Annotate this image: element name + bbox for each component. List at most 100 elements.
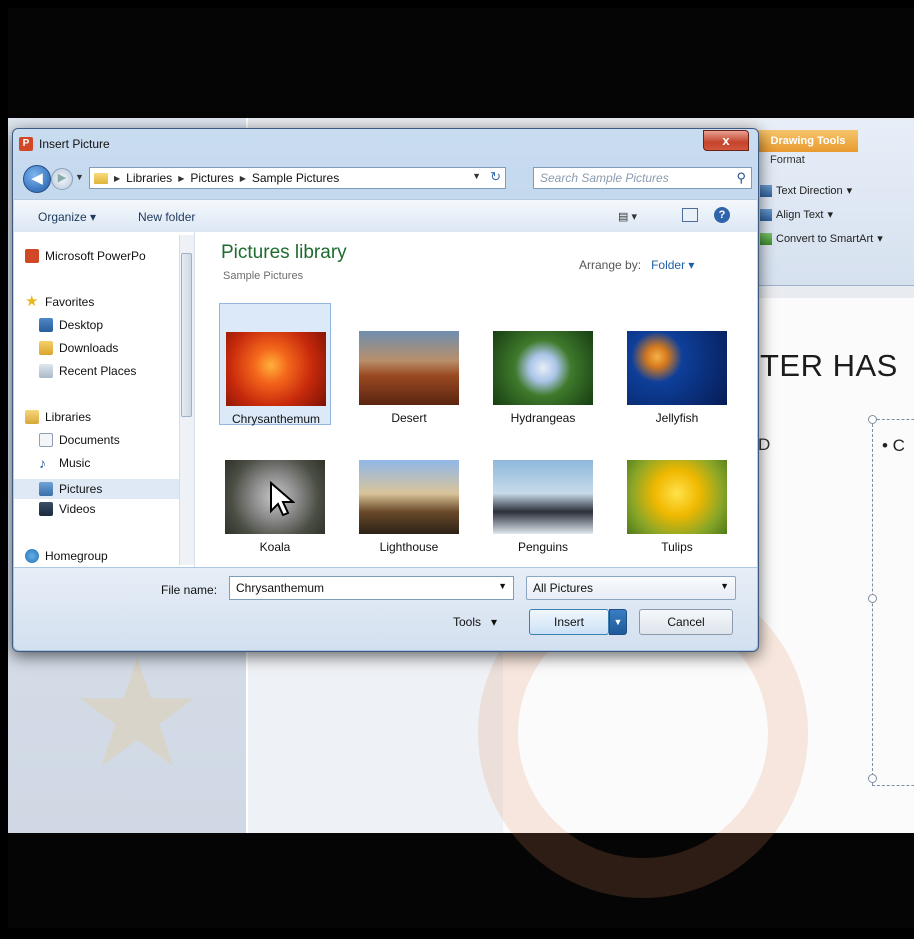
star-icon: ★ — [25, 293, 39, 310]
address-bar[interactable]: ▶ Libraries ▶ Pictures ▶ Sample Pictures… — [89, 167, 506, 189]
search-input[interactable]: Search Sample Pictures ⚲ — [533, 167, 752, 189]
chevron-down-icon[interactable]: ▼ — [720, 581, 729, 591]
dialog-titlebar[interactable]: P Insert Picture x — [13, 129, 758, 159]
desktop-icon — [39, 318, 53, 332]
content-placeholder[interactable] — [872, 419, 914, 786]
refresh-icon[interactable]: ↻ — [490, 169, 501, 185]
search-icon[interactable]: ⚲ — [736, 170, 746, 186]
penguins-thumbnail — [493, 460, 593, 534]
preview-pane-icon[interactable] — [682, 208, 698, 222]
file-name: Penguins — [517, 540, 569, 554]
close-button[interactable]: x — [703, 130, 749, 151]
navigation-pane — [14, 232, 195, 567]
help-icon[interactable]: ? — [714, 207, 730, 223]
new-folder-button[interactable]: New folder — [138, 210, 195, 224]
text-direction-icon — [760, 184, 772, 197]
address-dropdown[interactable]: ▼ — [472, 171, 481, 181]
nav-item-documents[interactable]: Documents — [39, 433, 120, 447]
arrange-by[interactable]: Arrange by: Folder ▾ — [579, 258, 694, 272]
videos-icon — [39, 502, 53, 516]
command-bar: Organize ▾ New folder ▤ ▾ ? — [14, 199, 757, 233]
drawing-tools-tab[interactable]: Drawing Tools — [758, 130, 858, 152]
format-tab[interactable]: Format — [770, 154, 805, 166]
resize-handle[interactable] — [868, 415, 877, 424]
slide-title-text[interactable]: TER HAS — [760, 348, 898, 384]
folder-icon — [94, 172, 108, 184]
file-tile[interactable]: Lighthouse — [353, 432, 465, 554]
insert-button[interactable]: Insert — [529, 609, 609, 635]
breadcrumb-sample-pictures[interactable]: Sample Pictures — [252, 171, 339, 185]
nav-item-recent-places[interactable]: Recent Places — [39, 364, 136, 378]
mouse-cursor-icon — [270, 481, 295, 517]
file-name: Lighthouse — [379, 540, 439, 554]
nav-item-libraries[interactable]: Libraries — [25, 410, 91, 424]
pictures-icon — [39, 482, 53, 496]
file-name: Desert — [391, 411, 427, 425]
nav-item-downloads[interactable]: Downloads — [39, 341, 118, 355]
bullet-text: • C — [882, 436, 905, 455]
convert-smartart-button[interactable]: Convert to SmartArt ▾ — [760, 232, 883, 245]
lighthouse-thumbnail — [359, 460, 459, 534]
align-text-icon — [760, 208, 772, 221]
dialog-title: Insert Picture — [39, 137, 110, 151]
forward-button[interactable]: ▶ — [51, 168, 73, 190]
nav-item-videos[interactable]: Videos — [39, 502, 95, 516]
powerpoint-icon — [25, 249, 39, 263]
file-name-input[interactable]: Chrysanthemum ▼ — [229, 576, 514, 600]
chevron-right-icon[interactable]: ▶ — [114, 174, 120, 183]
nav-item-desktop[interactable]: Desktop — [39, 318, 103, 332]
breadcrumb-pictures[interactable]: Pictures — [190, 171, 233, 185]
file-name: Koala — [259, 540, 291, 554]
homegroup-icon — [25, 549, 39, 563]
music-icon: ♪ — [39, 455, 46, 471]
back-button[interactable]: ◀ — [23, 165, 51, 193]
file-tile[interactable]: Jellyfish — [621, 303, 733, 425]
nav-item-favorites[interactable]: ★ Favorites — [25, 293, 94, 310]
chevron-down-icon[interactable]: ▼ — [498, 581, 507, 591]
nav-scrollbar-thumb[interactable] — [181, 253, 192, 417]
organize-button[interactable]: Organize ▾ — [38, 210, 96, 224]
file-type-select[interactable]: All Pictures ▼ — [526, 576, 736, 600]
file-tile[interactable]: Chrysanthemum — [219, 303, 331, 426]
smartart-icon — [760, 232, 772, 245]
insert-options-dropdown[interactable]: ▼ — [609, 609, 627, 635]
breadcrumb-libraries[interactable]: Libraries — [126, 171, 172, 185]
recent-places-icon — [39, 364, 53, 378]
file-tile[interactable]: Hydrangeas — [487, 303, 599, 425]
library-title: Pictures library — [221, 242, 347, 263]
hydrangeas-thumbnail — [493, 331, 593, 405]
tulips-thumbnail — [627, 460, 727, 534]
recent-locations-dropdown[interactable]: ▼ — [75, 172, 84, 182]
align-text-button[interactable]: Align Text ▾ — [760, 208, 833, 221]
downloads-icon — [39, 341, 53, 355]
nav-item-music[interactable]: ♪ Music — [39, 456, 90, 470]
file-tile[interactable]: Penguins — [487, 432, 599, 554]
jellyfish-thumbnail — [627, 331, 727, 405]
file-name: Tulips — [661, 540, 693, 554]
navigation-bar: ◀ ▶ ▼ ▶ Libraries ▶ Pictures ▶ Sample Pi… — [19, 165, 752, 193]
nav-item-pictures[interactable]: Pictures — [14, 479, 189, 499]
resize-handle[interactable] — [868, 594, 877, 603]
file-tile[interactable]: Desert — [353, 303, 465, 425]
file-name: Hydrangeas — [510, 411, 576, 425]
screen: ★ TER HAS D • C Drawing Tools Format Tex… — [8, 8, 914, 928]
nav-item-app[interactable]: Microsoft PowerPo — [25, 249, 146, 263]
documents-icon — [39, 433, 53, 447]
file-name: Chrysanthemum — [231, 412, 321, 426]
tools-button[interactable]: Tools ▾ — [453, 615, 497, 629]
watermark-star: ★ — [70, 629, 205, 797]
nav-item-homegroup[interactable]: Homegroup — [25, 549, 108, 563]
cancel-button[interactable]: Cancel — [639, 609, 733, 635]
slide-left-text: D — [758, 435, 771, 454]
chevron-right-icon[interactable]: ▶ — [240, 174, 246, 183]
file-name-label: File name: — [161, 583, 218, 597]
file-tile[interactable]: Tulips — [621, 432, 733, 554]
resize-handle[interactable] — [868, 774, 877, 783]
insert-picture-dialog: P Insert Picture x ◀ ▶ ▼ ▶ Libraries ▶ P… — [12, 128, 759, 652]
slide-thumbnail-area — [248, 648, 503, 833]
change-view-icon[interactable]: ▤ ▾ — [618, 210, 637, 223]
file-name: Jellyfish — [655, 411, 699, 425]
text-direction-button[interactable]: Text Direction ▾ — [760, 184, 852, 197]
chevron-right-icon[interactable]: ▶ — [178, 174, 184, 183]
desert-thumbnail — [359, 331, 459, 405]
